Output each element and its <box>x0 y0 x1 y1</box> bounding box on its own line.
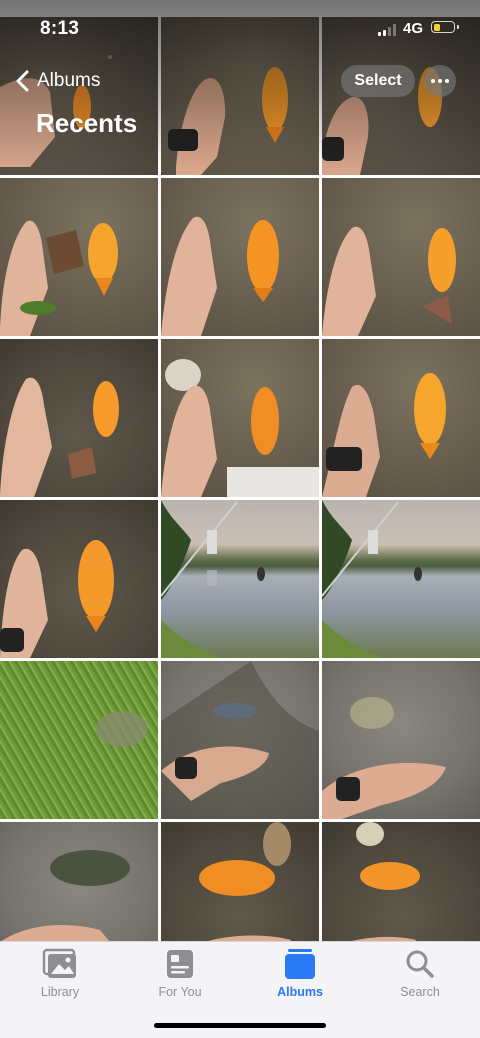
search-icon <box>406 950 434 978</box>
photo-thumbnail[interactable] <box>322 661 480 819</box>
photo-thumbnail[interactable] <box>0 339 158 497</box>
tab-library[interactable]: Library <box>0 948 120 999</box>
tab-albums[interactable]: Albums <box>240 948 360 999</box>
photo-thumbnail[interactable] <box>0 661 158 819</box>
photo-thumbnail[interactable] <box>322 500 480 658</box>
tab-label: Search <box>400 985 440 999</box>
photo-thumbnail[interactable] <box>161 661 319 819</box>
network-type: 4G <box>403 20 424 37</box>
home-indicator <box>154 1023 326 1028</box>
page-title: Recents <box>36 108 138 138</box>
back-button[interactable]: Albums <box>12 66 100 96</box>
photo-library-icon <box>42 948 76 978</box>
status-bar: 8:13 4G <box>0 0 480 56</box>
chevron-left-icon <box>16 70 29 92</box>
more-options-button[interactable] <box>424 65 456 97</box>
photo-grid <box>0 0 480 980</box>
battery-icon <box>431 21 459 33</box>
back-button-label: Albums <box>37 70 101 91</box>
ellipsis-icon <box>431 79 435 83</box>
photo-thumbnail[interactable] <box>161 500 319 658</box>
photo-thumbnail[interactable] <box>0 178 158 336</box>
tab-for-you[interactable]: For You <box>120 948 240 999</box>
tab-label: Library <box>40 985 80 999</box>
photo-thumbnail[interactable] <box>322 178 480 336</box>
select-button[interactable]: Select <box>341 65 415 97</box>
albums-icon <box>285 949 315 979</box>
photos-app-screen: 8:13 4G Albums Recents Select Library Fo… <box>0 0 480 1038</box>
photo-thumbnail[interactable] <box>161 339 319 497</box>
battery-level <box>433 23 440 31</box>
photo-thumbnail[interactable] <box>0 500 158 658</box>
cellular-signal-icon <box>378 24 398 36</box>
photo-thumbnail[interactable] <box>161 178 319 336</box>
photo-thumbnail[interactable] <box>322 339 480 497</box>
for-you-icon <box>167 950 193 978</box>
status-time: 8:13 <box>40 18 80 39</box>
tab-search[interactable]: Search <box>360 948 480 999</box>
tab-label: Albums <box>277 985 323 999</box>
tab-label: For You <box>158 985 202 999</box>
